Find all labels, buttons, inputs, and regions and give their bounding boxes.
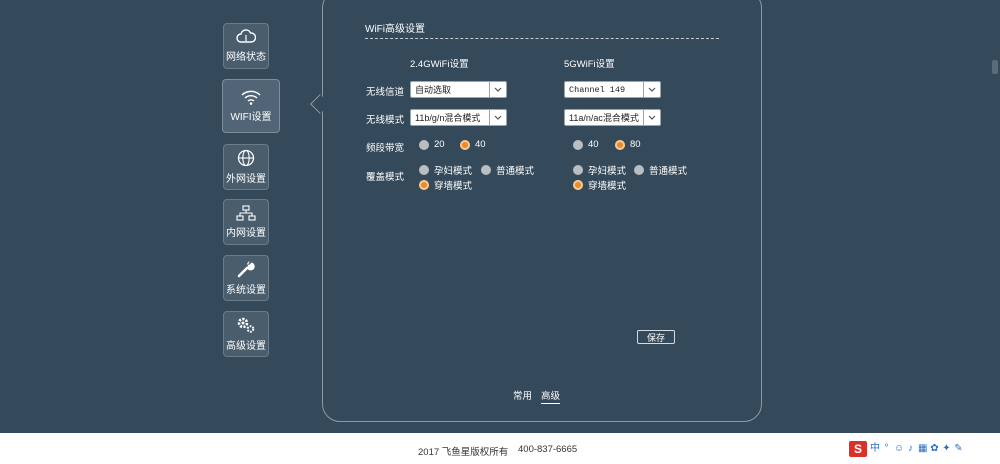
tab-advanced[interactable]: 高级 [541, 388, 561, 404]
sidebar-item-label: 外网设置 [226, 174, 266, 185]
chevron-down-icon [489, 110, 506, 125]
chevron-down-icon [489, 82, 506, 97]
channel-5g-select[interactable]: Channel 149 [564, 81, 661, 98]
main-panel [322, 0, 762, 422]
scrollbar-thumb[interactable] [992, 60, 998, 74]
mode-24g-select[interactable]: 11b/g/n混合模式 [410, 109, 507, 126]
page-title: WiFi高级设置 [365, 24, 425, 35]
coverage-5g-normal-radio[interactable]: 普通模式 [634, 163, 687, 177]
coverage-24g-wall-radio[interactable]: 穿墙模式 [419, 178, 472, 192]
ime-toolbar: S 中 ° ☺ ♪ ▦ ✿ ✦ ✎ [849, 441, 963, 457]
save-button[interactable]: 保存 [637, 330, 675, 344]
chevron-down-icon [643, 110, 660, 125]
punctuation-icon[interactable]: ° [882, 443, 891, 455]
bandwidth-5g-80-radio[interactable]: 80 [615, 139, 641, 150]
radio-dot [573, 165, 583, 175]
column-header-24g: 2.4GWiFi设置 [410, 59, 469, 70]
label-mode: 无线模式 [366, 115, 405, 126]
sidebar-item-label: 系统设置 [226, 285, 266, 296]
tools-icon[interactable]: ✦ [942, 443, 951, 455]
chinese-mode-icon[interactable]: 中 [870, 443, 880, 455]
microphone-icon[interactable]: ♪ [906, 443, 915, 455]
coverage-24g-pregnant-radio[interactable]: 孕妇模式 [419, 163, 472, 177]
tab-common[interactable]: 常用 [513, 388, 532, 402]
label-bandwidth: 频段带宽 [366, 143, 405, 154]
sidebar-item-wan[interactable]: 外网设置 [223, 144, 269, 190]
mode-5g-select[interactable]: 11a/n/ac混合模式 [564, 109, 661, 126]
radio-dot-selected [419, 180, 429, 190]
bandwidth-24g-20-radio[interactable]: 20 [419, 139, 445, 150]
sidebar-item-label: 网络状态 [226, 52, 266, 63]
sidebar-item-network-status[interactable]: 网络状态 [223, 23, 269, 69]
gears-icon [237, 317, 255, 333]
coverage-5g-wall-radio[interactable]: 穿墙模式 [573, 178, 626, 192]
sidebar-item-advanced[interactable]: 高级设置 [223, 311, 269, 357]
coverage-24g-normal-radio[interactable]: 普通模式 [481, 163, 534, 177]
phone-number: 400-837-6665 [518, 444, 578, 455]
keyboard-icon[interactable]: ▦ [918, 443, 927, 455]
bandwidth-24g-40-radio[interactable]: 40 [460, 139, 486, 150]
settings-icon[interactable]: ✎ [954, 443, 963, 455]
channel-24g-select[interactable]: 自动选取 [410, 81, 507, 98]
coverage-5g-pregnant-radio[interactable]: 孕妇模式 [573, 163, 626, 177]
network-icon [236, 205, 256, 221]
bandwidth-5g-40-radio[interactable]: 40 [573, 139, 599, 150]
radio-dot [573, 139, 583, 150]
radio-dot [419, 165, 429, 175]
emoji-icon[interactable]: ☺ [894, 443, 904, 455]
sogou-logo-icon[interactable]: S [849, 441, 867, 457]
radio-dot-selected [460, 139, 470, 150]
globe-icon [237, 149, 255, 167]
wifi-icon [241, 90, 261, 105]
sidebar-item-label: 高级设置 [226, 341, 266, 352]
sidebar-item-label: 内网设置 [226, 228, 266, 239]
copyright-text: 2017 飞鱼星版权所有 [418, 447, 509, 458]
chevron-down-icon [643, 82, 660, 97]
radio-dot [419, 139, 429, 150]
divider [365, 38, 719, 39]
radio-dot [634, 165, 644, 175]
sidebar-item-system[interactable]: 系统设置 [223, 255, 269, 301]
sidebar-item-label: WIFI设置 [230, 112, 272, 123]
column-header-5g: 5GWiFi设置 [564, 59, 615, 70]
cloud-icon [236, 29, 256, 43]
radio-dot [481, 165, 491, 175]
wrench-icon [237, 260, 255, 278]
footer: 2017 飞鱼星版权所有 400-837-6665 S 中 ° ☺ ♪ ▦ ✿ … [0, 433, 1000, 464]
sidebar-item-wifi[interactable]: WIFI设置 [222, 79, 280, 133]
radio-dot-selected [615, 139, 625, 150]
radio-dot-selected [573, 180, 583, 190]
skin-icon[interactable]: ✿ [930, 443, 939, 455]
label-coverage: 覆盖模式 [366, 172, 405, 183]
label-channel: 无线信道 [366, 87, 405, 98]
sidebar-item-lan[interactable]: 内网设置 [223, 199, 269, 245]
